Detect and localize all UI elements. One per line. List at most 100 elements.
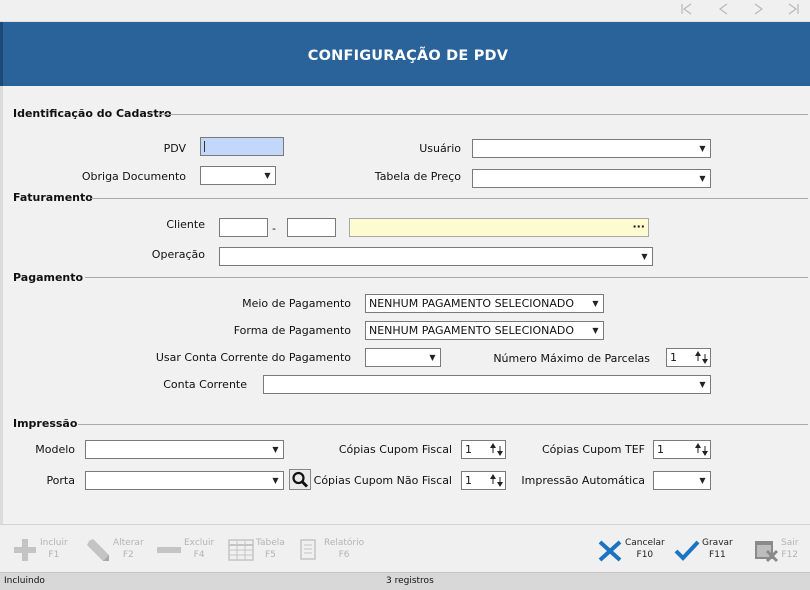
- section-divider: [78, 424, 808, 425]
- dropdown-arrow-icon[interactable]: ▼: [696, 377, 709, 392]
- num-max-parcelas-stepper[interactable]: 1: [666, 348, 711, 367]
- alterar-button[interactable]: Alterar F2: [85, 533, 147, 567]
- dropdown-arrow-icon[interactable]: ▼: [269, 473, 282, 488]
- meio-pagamento-label: Meio de Pagamento: [242, 297, 351, 310]
- dropdown-arrow-icon[interactable]: ▼: [696, 141, 709, 156]
- impressao-automatica-label: Impressão Automática: [521, 474, 645, 487]
- tabela-key: F5: [264, 550, 276, 560]
- pdv-label: PDV: [163, 142, 186, 155]
- pdv-input[interactable]: [200, 137, 284, 156]
- section-faturamento-title: Faturamento: [13, 191, 93, 204]
- section-divider: [85, 277, 808, 278]
- pdv-form: Identificação do Cadastro PDV Usuário ▼ …: [0, 86, 810, 524]
- sair-key: F12: [781, 550, 799, 560]
- text-caret: [204, 141, 205, 152]
- modelo-select[interactable]: ▼: [85, 440, 284, 459]
- cliente-code-a-input[interactable]: [219, 218, 268, 237]
- obriga-documento-label: Obriga Documento: [81, 170, 186, 183]
- section-divider: [158, 114, 808, 115]
- copias-cupom-fiscal-stepper[interactable]: 1: [461, 440, 506, 459]
- last-record-icon[interactable]: [782, 3, 804, 19]
- close-icon: [598, 540, 622, 562]
- dropdown-arrow-icon[interactable]: ▼: [589, 323, 602, 338]
- record-navigation-bar: [0, 0, 810, 22]
- tabela-preco-select[interactable]: ▼: [472, 169, 711, 188]
- forma-pagamento-label: Forma de Pagamento: [233, 324, 351, 337]
- excluir-key: F4: [193, 550, 205, 560]
- operacao-label: Operação: [151, 248, 205, 261]
- section-impressao-title: Impressão: [13, 417, 78, 430]
- meio-pagamento-select[interactable]: NENHUM PAGAMENTO SELECIONADO ▼: [365, 294, 604, 313]
- plus-icon: [14, 539, 36, 561]
- porta-search-button[interactable]: [289, 469, 311, 490]
- relatorio-key: F6: [338, 550, 350, 560]
- cancelar-label: Cancelar: [625, 538, 665, 548]
- impressao-automatica-select[interactable]: ▼: [653, 471, 711, 490]
- incluir-button[interactable]: Incluir F1: [12, 533, 74, 567]
- status-mode: Incluindo: [4, 576, 45, 586]
- pencil-icon: [87, 539, 109, 561]
- first-record-icon[interactable]: [676, 3, 698, 19]
- page-title: CONFIGURAÇÃO DE PDV: [307, 48, 509, 64]
- section-identificacao-title: Identificação do Cadastro: [13, 107, 172, 120]
- cliente-separator: -: [272, 222, 276, 235]
- num-max-parcelas-label: Número Máximo de Parcelas: [493, 352, 650, 365]
- spin-arrows-icon[interactable]: [694, 442, 709, 457]
- copias-cupom-tef-label: Cópias Cupom TEF: [542, 443, 645, 456]
- report-icon: [300, 539, 316, 560]
- copias-cupom-fiscal-label: Cópias Cupom Fiscal: [338, 443, 452, 456]
- page-header: CONFIGURAÇÃO DE PDV: [0, 22, 810, 86]
- dropdown-arrow-icon[interactable]: ▼: [589, 296, 602, 311]
- conta-corrente-label: Conta Corrente: [163, 378, 247, 391]
- next-record-icon[interactable]: [748, 3, 770, 19]
- dropdown-arrow-icon[interactable]: ▼: [696, 171, 709, 186]
- spin-arrows-icon[interactable]: [694, 350, 709, 365]
- cancelar-button[interactable]: Cancelar F10: [597, 533, 667, 567]
- alterar-label: Alterar: [113, 538, 144, 548]
- dropdown-arrow-icon[interactable]: ▼: [638, 249, 651, 264]
- cliente-code-b-input[interactable]: [287, 218, 336, 237]
- tabela-button[interactable]: Tabela F5: [228, 533, 290, 567]
- exit-icon: [755, 541, 779, 563]
- dropdown-arrow-icon[interactable]: ▼: [269, 442, 282, 457]
- copias-cupom-tef-stepper[interactable]: 1: [653, 440, 711, 459]
- usar-conta-corrente-select[interactable]: ▼: [365, 348, 441, 367]
- status-bar: Incluindo 3 registros: [0, 572, 810, 590]
- dropdown-arrow-icon[interactable]: ▼: [261, 168, 274, 183]
- status-record-count: 3 registros: [386, 576, 434, 586]
- usar-conta-corrente-label: Usar Conta Corrente do Pagamento: [155, 351, 351, 364]
- spin-arrows-icon[interactable]: [489, 473, 504, 488]
- gravar-label: Gravar: [702, 538, 733, 548]
- table-icon: [228, 539, 254, 561]
- previous-record-icon[interactable]: [712, 3, 734, 19]
- forma-pagamento-select[interactable]: NENHUM PAGAMENTO SELECIONADO ▼: [365, 321, 604, 340]
- relatorio-button[interactable]: Relatório F6: [296, 533, 366, 567]
- usuario-select[interactable]: ▼: [472, 139, 711, 158]
- excluir-button[interactable]: Excluir F4: [156, 533, 218, 567]
- cliente-label: Cliente: [166, 218, 205, 231]
- section-divider: [91, 198, 808, 199]
- incluir-label: Incluir: [40, 538, 68, 548]
- usuario-label: Usuário: [419, 142, 461, 155]
- dropdown-arrow-icon[interactable]: ▼: [426, 350, 439, 365]
- cliente-lookup-button[interactable]: ···: [632, 219, 645, 234]
- copias-cupom-nao-fiscal-label: Cópias Cupom Não Fiscal: [313, 474, 452, 487]
- operacao-select[interactable]: ▼: [219, 247, 653, 266]
- gravar-button[interactable]: Gravar F11: [674, 533, 736, 567]
- magnifier-icon: [292, 471, 309, 488]
- spin-arrows-icon[interactable]: [489, 442, 504, 457]
- sair-button[interactable]: Sair F12: [753, 533, 803, 567]
- copias-cupom-nao-fiscal-stepper[interactable]: 1: [461, 471, 506, 490]
- conta-corrente-select[interactable]: ▼: [263, 375, 711, 394]
- tabela-preco-label: Tabela de Preço: [374, 170, 461, 183]
- porta-select[interactable]: ▼: [85, 471, 284, 490]
- dropdown-arrow-icon[interactable]: ▼: [696, 473, 709, 488]
- gravar-key: F11: [709, 550, 726, 560]
- cancelar-key: F10: [636, 550, 654, 560]
- minus-icon: [157, 547, 181, 553]
- porta-label: Porta: [46, 474, 75, 487]
- cliente-name-input[interactable]: ···: [349, 218, 649, 237]
- obriga-documento-select[interactable]: ▼: [200, 166, 276, 185]
- alterar-key: F2: [122, 550, 134, 560]
- excluir-label: Excluir: [184, 538, 215, 548]
